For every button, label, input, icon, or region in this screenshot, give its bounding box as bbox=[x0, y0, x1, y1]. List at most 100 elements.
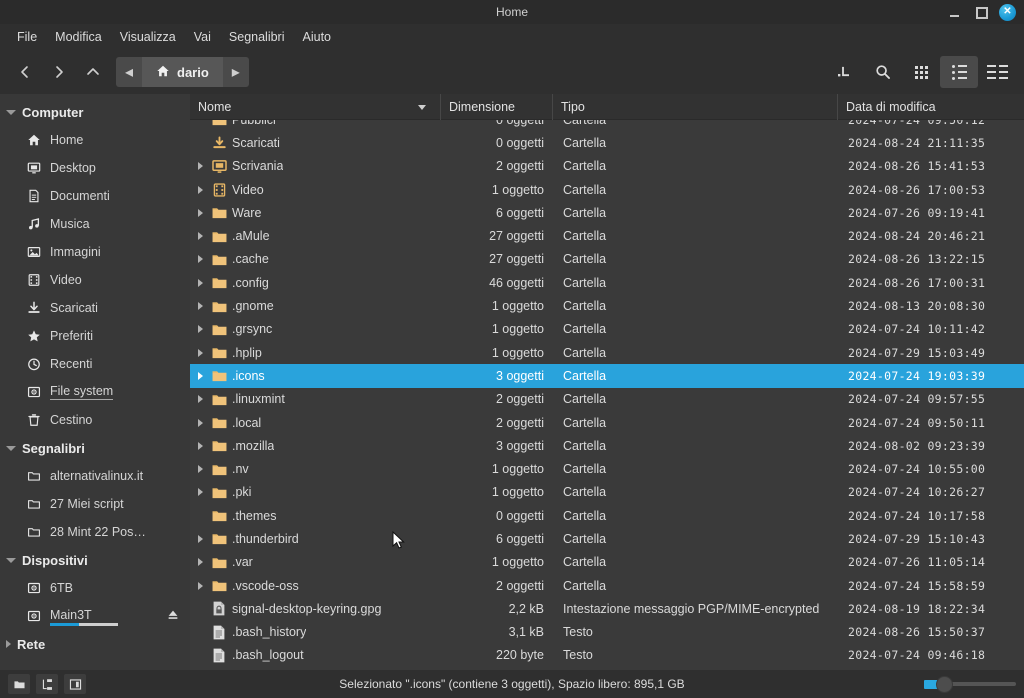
sidebar-group-rete[interactable]: Rete bbox=[0, 630, 190, 658]
sidebar-item-recenti[interactable]: Recenti bbox=[0, 350, 190, 378]
table-row[interactable]: .bash_logout 220 byte Testo 2024-07-24 09:4… bbox=[190, 644, 1024, 667]
table-row[interactable]: Scrivania 2 oggetti Cartella 2024-08-26 15:… bbox=[190, 155, 1024, 178]
sidebar-item-desktop[interactable]: Desktop bbox=[0, 154, 190, 182]
column-header-tipo[interactable]: Tipo bbox=[552, 93, 837, 120]
table-row[interactable]: .themes 0 oggetti Cartella 2024-07-24 10:17… bbox=[190, 504, 1024, 527]
maximize-button[interactable] bbox=[973, 4, 989, 20]
cell-type: Cartella bbox=[563, 578, 607, 593]
cell-date: 2024-08-26 15:50:37 bbox=[848, 625, 986, 640]
table-row[interactable]: signal-desktop-keyring.gpg 2,2 kB Intestaz… bbox=[190, 597, 1024, 620]
minimize-button[interactable] bbox=[947, 4, 963, 20]
table-row[interactable]: .bash_history 3,1 kB Testo 2024-08-26 15:50… bbox=[190, 621, 1024, 644]
table-row[interactable]: .linuxmint 2 oggetti Cartella 2024-07-24 09… bbox=[190, 388, 1024, 411]
sidebar-group-computer[interactable]: Computer bbox=[0, 98, 190, 126]
table-row[interactable]: Pubblici 0 oggettiCartella2024-07-24 09:5… bbox=[190, 120, 1024, 131]
file-name: .local bbox=[232, 415, 262, 430]
expander-triangle[interactable] bbox=[194, 185, 206, 194]
expander-triangle[interactable] bbox=[194, 465, 206, 474]
table-row[interactable]: .grsync 1 oggetto Cartella 2024-07-24 10:11… bbox=[190, 318, 1024, 341]
menu-file[interactable]: File bbox=[8, 27, 46, 47]
table-row[interactable]: .local 2 oggetti Cartella 2024-07-24 09:50:… bbox=[190, 411, 1024, 434]
forward-button[interactable] bbox=[42, 57, 76, 87]
table-row[interactable]: .config 46 oggetti Cartella 2024-08-26 17:0… bbox=[190, 271, 1024, 294]
expander-triangle[interactable] bbox=[194, 534, 206, 543]
table-row[interactable]: Ware 6 oggetti Cartella 2024-07-26 09:19:41 bbox=[190, 201, 1024, 224]
table-row[interactable]: .thunderbird 6 oggetti Cartella 2024-07-29 … bbox=[190, 527, 1024, 550]
sidebar-item-main3t[interactable]: Main3T bbox=[0, 602, 190, 630]
expander-triangle[interactable] bbox=[194, 488, 206, 497]
back-button[interactable] bbox=[8, 57, 42, 87]
table-row[interactable]: .mozilla 3 oggetti Cartella 2024-08-02 09:2… bbox=[190, 434, 1024, 457]
close-button[interactable]: ✕ bbox=[999, 3, 1016, 21]
expander-triangle[interactable] bbox=[194, 232, 206, 241]
table-row[interactable]: .cache 27 oggetti Cartella 2024-08-26 13:22… bbox=[190, 248, 1024, 271]
compact-view-icon[interactable] bbox=[978, 56, 1016, 88]
sidebar-item-home[interactable]: Home bbox=[0, 126, 190, 154]
path-entry-icon[interactable] bbox=[826, 56, 864, 88]
up-button[interactable] bbox=[76, 57, 110, 87]
menu-modifica[interactable]: Modifica bbox=[46, 27, 111, 47]
expander-triangle[interactable] bbox=[194, 441, 206, 450]
expander-triangle[interactable] bbox=[194, 558, 206, 567]
sidebar-item-file-system[interactable]: File system bbox=[0, 378, 190, 406]
sidebar-toggle[interactable] bbox=[64, 674, 86, 694]
table-row[interactable]: Video 1 oggetto Cartella 2024-08-26 17:00:5… bbox=[190, 178, 1024, 201]
icon-view-icon[interactable] bbox=[902, 56, 940, 88]
tree-view-toggle[interactable] bbox=[36, 674, 58, 694]
sidebar-group-dispositivi[interactable]: Dispositivi bbox=[0, 546, 190, 574]
sidebar-item-preferiti[interactable]: Preferiti bbox=[0, 322, 190, 350]
sidebar-item-cestino[interactable]: Cestino bbox=[0, 406, 190, 434]
status-text: Selezionato ".icons" (contiene 3 oggetti… bbox=[339, 677, 685, 691]
sidebar-group-segnalibri[interactable]: Segnalibri bbox=[0, 434, 190, 462]
sidebar-item-scaricati[interactable]: Scaricati bbox=[0, 294, 190, 322]
table-row[interactable]: .nv 1 oggetto Cartella 2024-07-24 10:55:00 bbox=[190, 457, 1024, 480]
expander-triangle[interactable] bbox=[194, 162, 206, 171]
sidebar-item-video[interactable]: Video bbox=[0, 266, 190, 294]
zoom-slider-handle[interactable] bbox=[936, 675, 953, 693]
sidebar-item-documenti[interactable]: Documenti bbox=[0, 182, 190, 210]
breadcrumb-scroll-left[interactable]: ◂ bbox=[116, 57, 142, 87]
sidebar-item-6tb[interactable]: 6TB bbox=[0, 574, 190, 602]
breadcrumb-scroll-right[interactable]: ▸ bbox=[222, 57, 249, 87]
table-row[interactable]: .hplip 1 oggetto Cartella 2024-07-29 15:03:… bbox=[190, 341, 1024, 364]
file-name: Scaricati bbox=[232, 135, 280, 150]
zoom-slider[interactable] bbox=[924, 675, 1016, 693]
sidebar-item-miei-script[interactable]: 27 Miei script bbox=[0, 490, 190, 518]
expander-triangle[interactable] bbox=[194, 278, 206, 287]
expander-triangle[interactable] bbox=[194, 418, 206, 427]
list-view-icon[interactable] bbox=[940, 56, 978, 88]
expander-triangle[interactable] bbox=[194, 255, 206, 264]
file-list[interactable]: Pubblici0 oggettiCartella2024-07-24 09:5… bbox=[190, 120, 1024, 670]
table-row[interactable]: .vscode-oss 2 oggetti Cartella 2024-07-24 1… bbox=[190, 574, 1024, 597]
expander-triangle[interactable] bbox=[194, 395, 206, 404]
cell-name: .bash_logout bbox=[190, 644, 440, 667]
table-row[interactable]: .aMule 27 oggetti Cartella 2024-08-24 20:46… bbox=[190, 224, 1024, 247]
sidebar-item-mint22-post[interactable]: 28 Mint 22 Pos… bbox=[0, 518, 190, 546]
icon-view-toggle[interactable] bbox=[8, 674, 30, 694]
column-header-dimensione[interactable]: Dimensione bbox=[440, 93, 552, 120]
expander-triangle[interactable] bbox=[194, 208, 206, 217]
sidebar-item-musica[interactable]: Musica bbox=[0, 210, 190, 238]
eject-icon[interactable] bbox=[166, 608, 180, 625]
sidebar-item-immagini[interactable]: Immagini bbox=[0, 238, 190, 266]
table-row[interactable]: .icons 3 oggetti Cartella 2024-07-24 19:03:… bbox=[190, 364, 1024, 388]
breadcrumb-item-dario[interactable]: dario bbox=[142, 57, 223, 87]
search-icon[interactable] bbox=[864, 56, 902, 88]
expander-triangle[interactable] bbox=[194, 371, 206, 380]
column-header-nome[interactable]: Nome bbox=[190, 94, 440, 120]
menu-aiuto[interactable]: Aiuto bbox=[294, 27, 341, 47]
menu-vai[interactable]: Vai bbox=[185, 27, 220, 47]
table-row[interactable]: Scaricati 0 oggetti Cartella 2024-08-24 21:… bbox=[190, 131, 1024, 154]
menu-visualizza[interactable]: Visualizza bbox=[111, 27, 185, 47]
expander-triangle[interactable] bbox=[194, 581, 206, 590]
expander-triangle[interactable] bbox=[194, 325, 206, 334]
table-row[interactable]: .var 1 oggetto Cartella 2024-07-26 11:05:14 bbox=[190, 551, 1024, 574]
column-header-data[interactable]: Data di modifica bbox=[837, 93, 1024, 120]
file-name: Video bbox=[232, 182, 264, 197]
menu-segnalibri[interactable]: Segnalibri bbox=[220, 27, 294, 47]
expander-triangle[interactable] bbox=[194, 302, 206, 311]
expander-triangle[interactable] bbox=[194, 348, 206, 357]
sidebar-item-alternativalinux[interactable]: alternativalinux.it bbox=[0, 462, 190, 490]
table-row[interactable]: .gnome 1 oggetto Cartella 2024-08-13 20:08:… bbox=[190, 294, 1024, 317]
table-row[interactable]: .pki 1 oggetto Cartella 2024-07-24 10:26:27 bbox=[190, 481, 1024, 504]
